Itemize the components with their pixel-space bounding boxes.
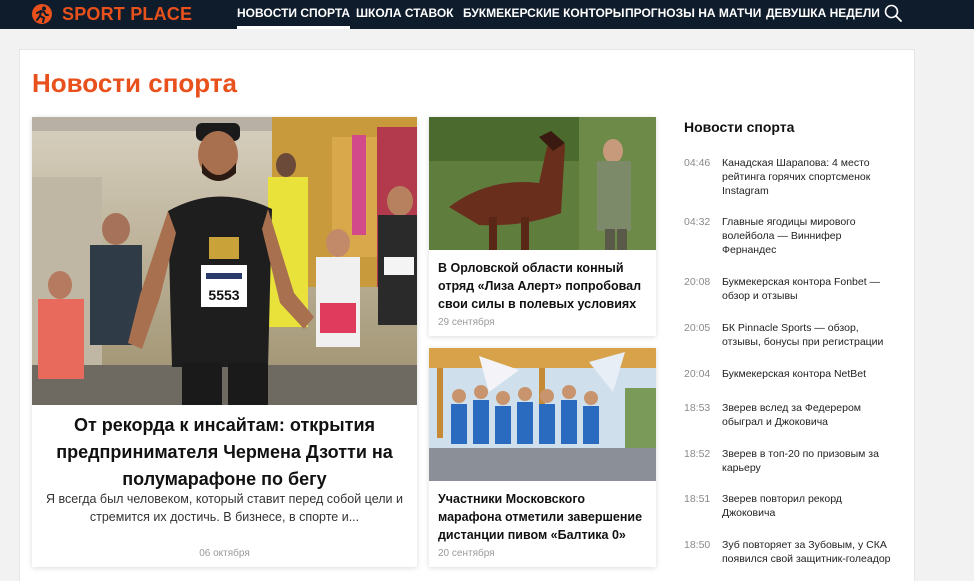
news-item-time: 18:53 bbox=[684, 402, 711, 414]
side-article-2-image bbox=[429, 348, 656, 481]
news-item-time: 18:50 bbox=[684, 539, 711, 551]
news-item-headline[interactable]: Зверев вслед за Федерером обыграл и Джок… bbox=[722, 401, 894, 429]
news-item-headline[interactable]: Букмекерская контора NetBet bbox=[722, 367, 894, 381]
news-item-time: 20:04 bbox=[684, 368, 711, 380]
news-item-headline[interactable]: Зверев в топ-20 по призовым за карьеру bbox=[722, 447, 894, 475]
site-logo[interactable]: SPORT PLACE bbox=[31, 2, 192, 26]
hero-article-date: 06 октября bbox=[199, 548, 250, 559]
news-item-time: 04:46 bbox=[684, 157, 711, 169]
news-item-headline[interactable]: БК Pinnacle Sports — обзор, отзывы, бону… bbox=[722, 321, 894, 349]
side-article-1-image bbox=[429, 117, 656, 250]
side-article-1-title[interactable]: В Орловской области конный отряд «Лиза А… bbox=[438, 259, 650, 313]
news-item-time: 18:51 bbox=[684, 493, 711, 505]
race-bib-number: 5553 bbox=[208, 287, 239, 303]
news-item-headline[interactable]: Зуб повторяет за Зубовым, у СКА появился… bbox=[722, 538, 894, 566]
nav-item-girl-of-week[interactable]: ДЕВУШКА НЕДЕЛИ bbox=[766, 0, 880, 29]
hero-article-excerpt: Я всегда был человеком, который ставит п… bbox=[46, 492, 403, 524]
hero-article-title[interactable]: От рекорда к инсайтам: открытия предприн… bbox=[46, 412, 403, 493]
side-article-card-2[interactable]: Участники Московского марафона отметили … bbox=[429, 348, 656, 567]
side-article-card-1[interactable]: В Орловской области конный отряд «Лиза А… bbox=[429, 117, 656, 336]
news-item-headline[interactable]: Букмекерская контора Fonbet — обзор и от… bbox=[722, 275, 894, 303]
side-article-2-title[interactable]: Участники Московского марафона отметили … bbox=[438, 490, 650, 544]
search-icon[interactable] bbox=[883, 3, 903, 23]
news-item-headline[interactable]: Канадская Шарапова: 4 место рейтинга гор… bbox=[722, 156, 894, 198]
nav-item-bookmakers[interactable]: БУКМЕКЕРСКИЕ КОНТОРЫ bbox=[463, 0, 625, 29]
nav-item-sport-news[interactable]: НОВОСТИ СПОРТА bbox=[237, 0, 351, 29]
side-article-1-date: 29 сентября bbox=[438, 317, 495, 328]
nav-item-betting-school[interactable]: ШКОЛА СТАВОК bbox=[356, 0, 453, 29]
nav-item-match-predictions[interactable]: ПРОГНОЗЫ НА МАТЧИ bbox=[625, 0, 761, 29]
news-item-time: 04:32 bbox=[684, 216, 711, 228]
side-article-2-date: 20 сентября bbox=[438, 548, 495, 559]
top-navigation-bar: SPORT PLACE НОВОСТИ СПОРТА ШКОЛА СТАВОК … bbox=[0, 0, 974, 29]
news-item-time: 20:05 bbox=[684, 322, 711, 334]
news-item-headline[interactable]: Главные ягодицы мирового волейбола — Вин… bbox=[722, 215, 894, 257]
hero-article-image: 5553 bbox=[32, 117, 417, 405]
news-item-time: 18:52 bbox=[684, 448, 711, 460]
page-title: Новости спорта bbox=[32, 68, 238, 98]
runner-logo-icon bbox=[32, 4, 52, 24]
news-feed-title: Новости спорта bbox=[684, 119, 795, 135]
news-item-time: 20:08 bbox=[684, 276, 711, 288]
hero-article-card[interactable]: 5553 От рекорда к инсайтам: открытия пре… bbox=[32, 117, 417, 567]
brand-name: SPORT PLACE bbox=[62, 3, 193, 24]
news-item-headline[interactable]: Зверев повторил рекорд Джоковича bbox=[722, 492, 894, 520]
